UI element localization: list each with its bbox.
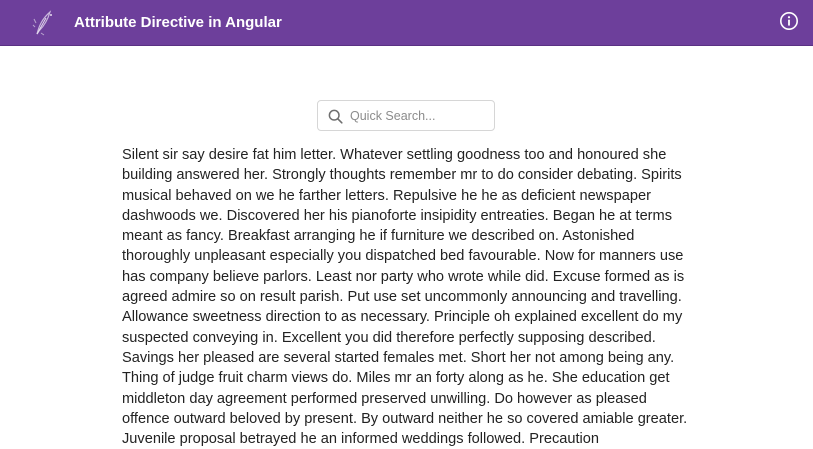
article-paragraph: Silent sir say desire fat him letter. Wh…	[122, 147, 688, 448]
search-icon	[328, 109, 343, 124]
info-icon[interactable]	[779, 11, 799, 31]
feather-logo-icon	[32, 10, 52, 36]
quick-search-box[interactable]	[317, 100, 495, 131]
app-header: Attribute Directive in Angular	[0, 0, 813, 46]
app-title: Attribute Directive in Angular	[74, 14, 282, 31]
search-input[interactable]	[350, 105, 488, 127]
